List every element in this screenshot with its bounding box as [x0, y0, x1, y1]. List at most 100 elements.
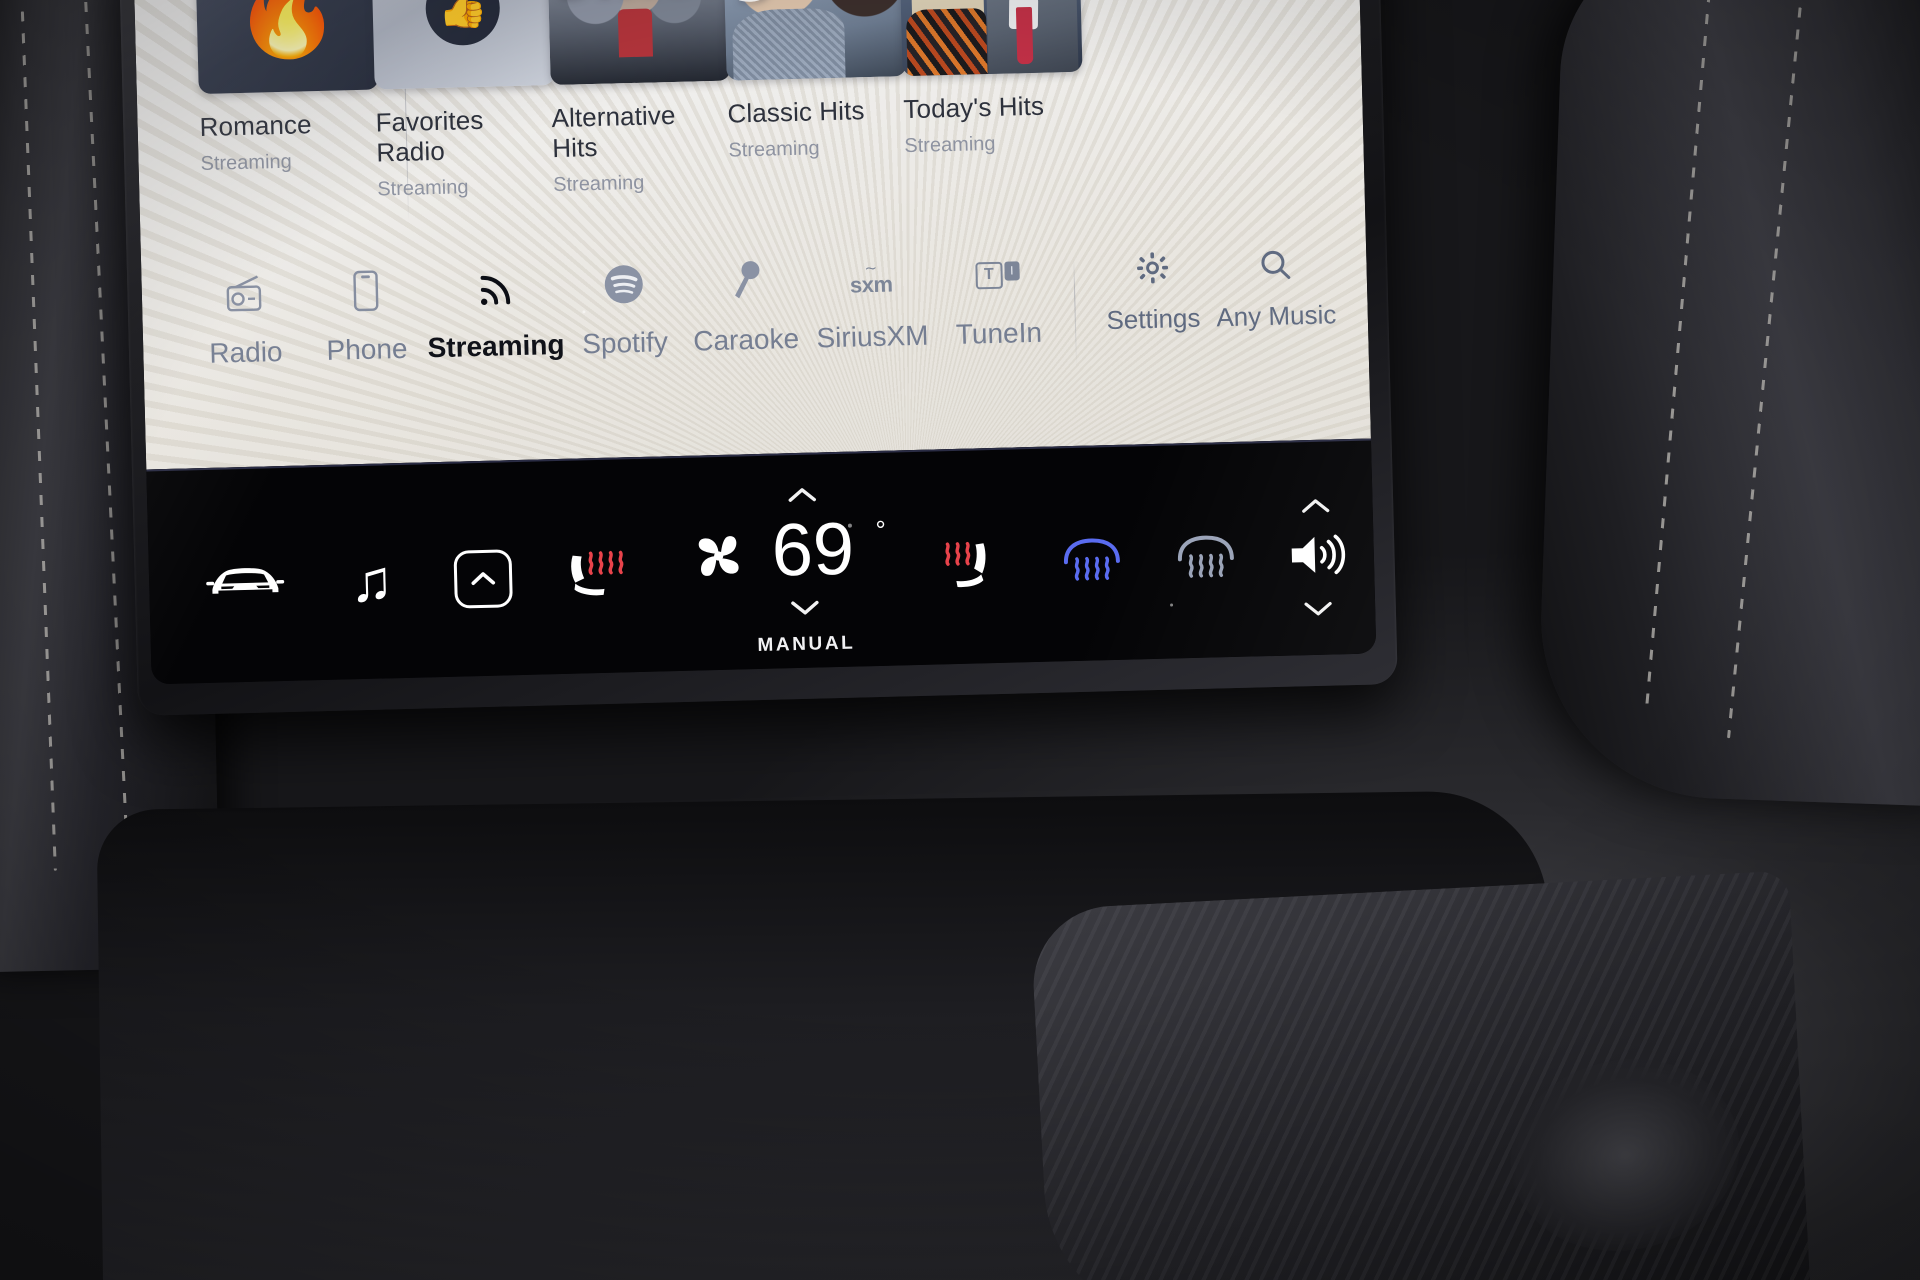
tile-title: Classic Hits	[727, 95, 865, 129]
dust-speck	[1170, 603, 1174, 607]
tunein-icon: T I	[975, 249, 1020, 300]
nav-item-any-music[interactable]: Any Music	[1213, 241, 1338, 333]
nav-label: Phone	[326, 332, 408, 366]
tile-source: Streaming	[377, 176, 469, 201]
rear-touchscreen: Recents Favorites 🔥 Romance Streaming 👍	[132, 0, 1377, 685]
fan-icon[interactable]	[687, 524, 751, 593]
volume-up-button[interactable]	[1298, 496, 1332, 515]
tile-title: Romance	[199, 109, 312, 142]
nav-item-phone[interactable]: Phone	[304, 264, 428, 367]
media-tile-alternative-hits[interactable]: Alternative Hits Streaming	[546, 0, 731, 197]
artwork-detail	[1016, 6, 1034, 64]
right-seat-bolster	[1535, 0, 1920, 808]
tile-source: Streaming	[200, 150, 293, 175]
seat-stitching	[1727, 0, 1809, 739]
nav-item-caraoke[interactable]: Caraoke	[683, 255, 807, 358]
tile-artwork[interactable]	[546, 0, 731, 86]
nav-item-spotify[interactable]: Spotify	[562, 258, 686, 361]
nav-item-settings[interactable]: Settings	[1090, 244, 1215, 336]
tile-source: Streaming	[904, 132, 996, 158]
temperature-unit: °	[875, 514, 887, 546]
climate-control-bar: ♫ 69 ° MANUAL	[147, 458, 1377, 684]
heated-seat-icon	[939, 535, 1013, 598]
media-source-navbar: Radio Phone Streaming Spotify Caraoke ∼ …	[141, 217, 1371, 468]
screenshot-stage: Recents Favorites 🔥 Romance Streaming 👍	[0, 0, 1920, 1280]
thumbs-up-icon: 👍	[424, 0, 501, 47]
tile-artwork[interactable]	[722, 0, 907, 81]
temp-up-button[interactable]	[785, 484, 819, 505]
tile-source: Streaming	[728, 137, 820, 162]
volume-down-button[interactable]	[1301, 599, 1335, 618]
streaming-icon	[474, 262, 515, 313]
sxm-icon: ∼ sxm	[849, 259, 893, 298]
nav-label: TuneIn	[955, 316, 1043, 350]
media-tile-grid: 🔥 Romance Streaming 👍 Favorites Radio St…	[194, 0, 1083, 206]
nav-item-streaming[interactable]: Streaming	[425, 261, 565, 364]
media-tile-romance[interactable]: 🔥 Romance Streaming	[194, 0, 379, 206]
spotify-icon	[602, 259, 645, 310]
bonfire-emoji-icon: 🔥	[232, 0, 342, 63]
nav-item-tunein[interactable]: T I TuneIn	[936, 248, 1060, 351]
dust-speck	[582, 310, 586, 314]
radio-icon	[222, 268, 267, 319]
phone-icon	[350, 265, 381, 316]
media-tile-favorites-radio[interactable]: 👍 Favorites Radio Streaming	[370, 0, 555, 202]
vehicle-controls-button[interactable]	[201, 558, 290, 611]
tile-artwork[interactable]	[898, 0, 1083, 77]
expand-panel-button[interactable]	[453, 548, 513, 609]
temperature-value: 69	[770, 506, 856, 592]
media-player-button[interactable]: ♫	[336, 547, 407, 614]
nav-item-radio[interactable]: Radio	[183, 267, 307, 370]
gear-icon	[1134, 245, 1171, 290]
tile-artwork[interactable]: 🔥	[194, 0, 379, 94]
nav-label: Caraoke	[692, 322, 800, 357]
chevron-up-box-icon	[453, 548, 513, 609]
tile-artwork[interactable]: 👍	[370, 0, 555, 90]
nav-label: Any Music	[1215, 299, 1337, 333]
tile-title: Today's Hits	[903, 90, 1045, 125]
front-defrost-button[interactable]	[1172, 531, 1239, 590]
nav-label: Settings	[1106, 302, 1201, 336]
artwork-detail	[906, 7, 988, 77]
nav-label: Spotify	[581, 326, 669, 360]
volume-icon[interactable]	[1285, 528, 1348, 587]
nav-item-siriusxm[interactable]: ∼ sxm SiriusXM	[805, 251, 939, 354]
tunein-letter-t: T	[975, 261, 1003, 289]
nav-label: Streaming	[427, 328, 565, 364]
tunein-letter-i: I	[1004, 260, 1020, 281]
microphone-icon	[727, 256, 762, 307]
tile-title: Favorites Radio	[375, 104, 484, 168]
temperature-control: 69 ° MANUAL	[680, 483, 895, 659]
screen-content: Recents Favorites 🔥 Romance Streaming 👍	[132, 0, 1377, 685]
tile-title: Alternative Hits	[551, 99, 676, 164]
climate-mode-label: MANUAL	[757, 632, 856, 657]
temperature-row: 69 °	[687, 506, 888, 593]
volume-control	[1284, 496, 1349, 619]
front-defrost-icon	[1172, 531, 1239, 590]
temp-down-button[interactable]	[788, 597, 822, 618]
rear-defrost-button[interactable]	[1059, 534, 1126, 593]
seat-stitching	[1645, 0, 1715, 706]
media-tile-todays-hits[interactable]: Today's Hits Streaming	[898, 0, 1083, 188]
nav-label: SiriusXM	[816, 319, 929, 354]
artwork-detail	[732, 8, 846, 81]
artwork-detail	[618, 8, 654, 58]
navbar-divider	[1073, 257, 1078, 366]
right-seat-heater-button[interactable]	[939, 535, 1013, 598]
seat-stitching	[20, 11, 57, 871]
music-note-icon: ♫	[348, 547, 395, 614]
media-tile-classic-hits[interactable]: Classic Hits Streaming	[722, 0, 907, 193]
tesla-car-icon	[204, 558, 287, 611]
tile-source: Streaming	[552, 171, 645, 197]
left-seat-heater-button[interactable]	[558, 544, 636, 607]
heated-seat-icon	[558, 544, 636, 607]
nav-label: Radio	[208, 335, 283, 369]
rear-defrost-icon	[1059, 534, 1126, 593]
